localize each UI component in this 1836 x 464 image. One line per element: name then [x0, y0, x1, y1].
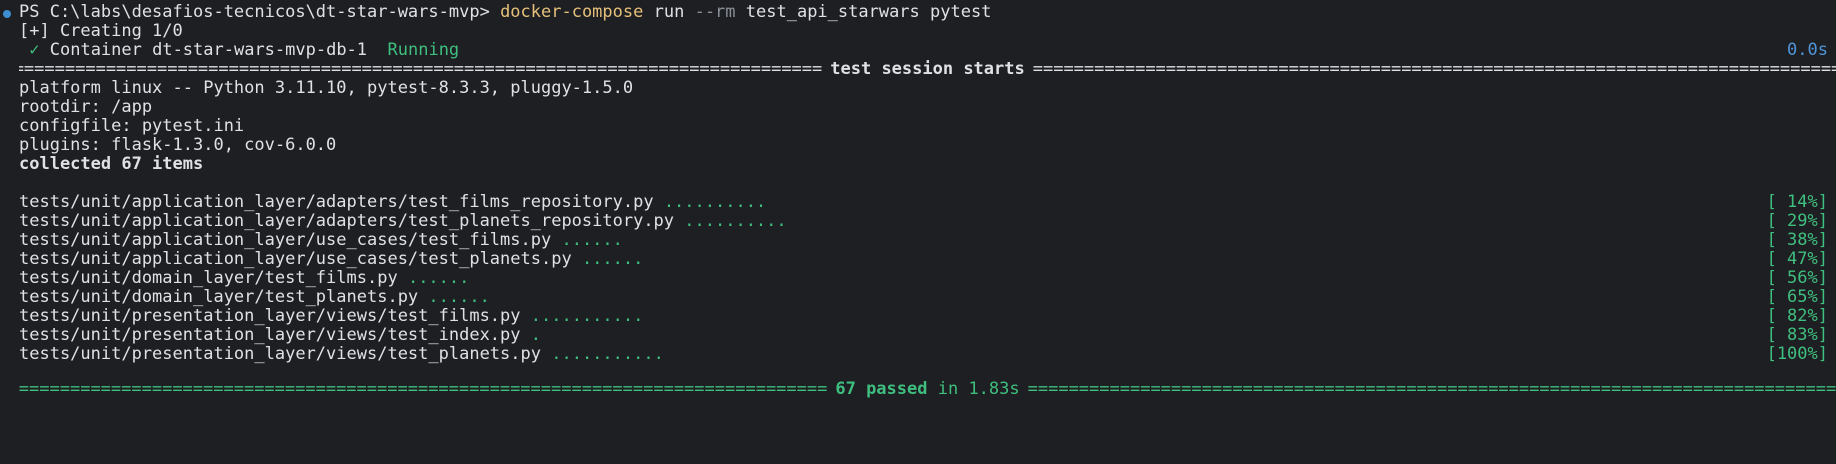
test-dots: ..........	[684, 211, 787, 231]
test-file: tests/unit/application_layer/adapters/te…	[19, 192, 654, 212]
test-dots: ......	[581, 249, 644, 269]
prompt-path: PS C:\labs\desafios-tecnicos\dt-star-war…	[19, 2, 490, 22]
test-file: tests/unit/application_layer/adapters/te…	[19, 211, 675, 231]
test-row: tests/unit/presentation_layer/views/test…	[19, 343, 1836, 365]
test-dots: .	[530, 325, 542, 345]
summary-passed: 67 passed	[835, 379, 928, 399]
test-file: tests/unit/presentation_layer/views/test…	[19, 325, 521, 345]
test-dots: ......	[428, 287, 490, 307]
terminal-window[interactable]: PS C:\labs\desafios-tecnicos\dt-star-war…	[0, 0, 1836, 464]
command-flag: --rm	[694, 2, 736, 22]
command-subcommand: run	[653, 2, 685, 22]
test-file: tests/unit/domain_layer/test_planets.py	[19, 287, 419, 307]
separator-right: ========================================…	[1027, 379, 1836, 399]
test-dots: ......	[407, 268, 470, 288]
summary-text: 67 passed in 1.83s	[827, 378, 1027, 400]
prompt-status-icon	[3, 10, 11, 18]
check-icon: ✓	[29, 40, 40, 60]
test-percent: [100%]	[1766, 344, 1828, 364]
test-file: tests/unit/presentation_layer/views/test…	[19, 306, 521, 326]
command-name: docker-compose	[500, 2, 644, 22]
container-status: Running	[387, 40, 460, 60]
test-file: tests/unit/domain_layer/test_films.py	[19, 268, 398, 288]
container-name: Container dt-star-wars-mvp-db-1	[49, 40, 368, 60]
command-args: test_api_starwars pytest	[745, 2, 992, 22]
summary-duration: in 1.83s	[937, 379, 1020, 399]
test-file: tests/unit/application_layer/use_cases/t…	[19, 249, 572, 269]
test-dots: ..........	[663, 192, 767, 212]
test-dots: ...........	[530, 306, 644, 326]
test-dots: ......	[561, 230, 623, 250]
test-file: tests/unit/presentation_layer/views/test…	[19, 344, 541, 364]
collected-line: collected 67 items	[19, 154, 204, 174]
separator-left: ========================================…	[19, 379, 828, 399]
test-dots: ...........	[551, 344, 664, 364]
test-file: tests/unit/application_layer/use_cases/t…	[19, 230, 552, 250]
summary-separator: ========================================…	[19, 378, 1836, 400]
